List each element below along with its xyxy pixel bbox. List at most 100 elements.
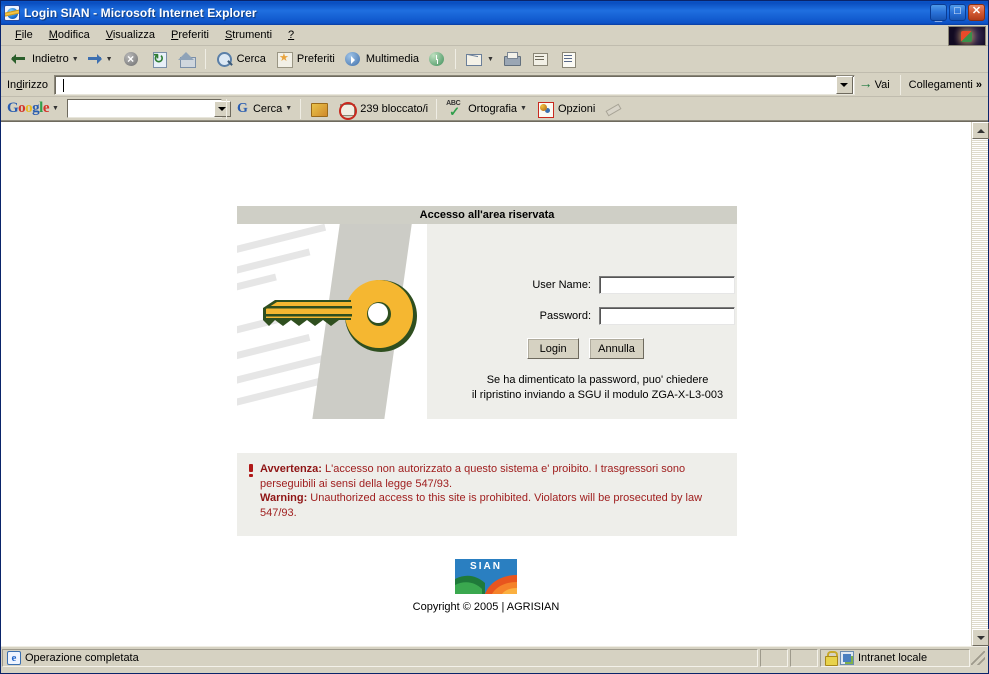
print-button[interactable] bbox=[498, 47, 526, 71]
mail-button[interactable]: ▼ bbox=[460, 47, 498, 71]
warning-title-it: Avvertenza: bbox=[260, 463, 322, 475]
menu-item-modifica[interactable]: Modifica bbox=[41, 27, 98, 43]
google-history-dropdown[interactable] bbox=[213, 100, 231, 117]
title-bar: Login SIAN - Microsoft Internet Explorer… bbox=[1, 1, 988, 25]
edit-button[interactable] bbox=[526, 47, 554, 71]
search-label: Cerca bbox=[236, 53, 266, 65]
lock-icon bbox=[825, 651, 838, 666]
back-button[interactable]: Indietro ▼ bbox=[5, 47, 83, 71]
ie-icon bbox=[4, 5, 20, 21]
menu-item-file[interactable]: FFileile bbox=[7, 27, 41, 43]
stop-button[interactable] bbox=[117, 47, 145, 71]
media-button[interactable]: Multimedia bbox=[339, 47, 423, 71]
media-label: Multimedia bbox=[365, 53, 420, 65]
login-button[interactable]: Login bbox=[527, 338, 580, 359]
chevron-down-icon[interactable]: ▼ bbox=[285, 105, 292, 112]
highlight-pencil-icon bbox=[603, 99, 623, 119]
google-search-label: Cerca bbox=[252, 102, 283, 115]
zone-icon bbox=[840, 650, 854, 665]
favorites-button[interactable]: Preferiti bbox=[270, 47, 339, 71]
google-search-button[interactable]: G Cerca ▼ bbox=[231, 99, 296, 118]
text-caret bbox=[62, 78, 64, 92]
address-input-wrapper[interactable] bbox=[53, 74, 855, 95]
go-label: Vai bbox=[874, 78, 890, 91]
panel-body: User Name: Password: Login Annulla Se ha… bbox=[237, 224, 737, 419]
minimize-icon: _ bbox=[934, 7, 943, 23]
minimize-button[interactable]: _ bbox=[930, 4, 947, 23]
status-bar: Operazione completata Intranet locale bbox=[1, 646, 988, 668]
password-row: Password: bbox=[462, 307, 737, 325]
warning-text: Avvertenza: L'accesso non autorizzato a … bbox=[260, 462, 725, 520]
forward-button[interactable]: ▼ bbox=[83, 47, 117, 71]
warning-body-it: L'accesso non autorizzato a questo siste… bbox=[260, 463, 686, 490]
address-dropdown-button[interactable] bbox=[835, 75, 853, 94]
media-icon bbox=[343, 49, 363, 69]
sian-logo: SIAN bbox=[455, 559, 517, 594]
go-arrow-icon bbox=[859, 75, 875, 93]
google-search-box[interactable] bbox=[66, 99, 231, 118]
blocked-count-button[interactable]: 239 bloccato/i bbox=[333, 97, 432, 121]
msn-logo-animation[interactable] bbox=[948, 26, 986, 46]
chevron-down-icon[interactable]: ▼ bbox=[72, 56, 79, 63]
spellcheck-button[interactable]: Ortografia ▼ bbox=[441, 98, 531, 120]
menu-item-strumenti[interactable]: Strumenti bbox=[217, 27, 280, 43]
menu-item-preferiti[interactable]: Preferiti bbox=[163, 27, 217, 43]
refresh-button[interactable] bbox=[145, 47, 173, 71]
popup-blocker-button[interactable] bbox=[305, 97, 333, 121]
google-search-input[interactable] bbox=[67, 101, 214, 116]
options-icon bbox=[535, 99, 555, 119]
google-logo: Google bbox=[7, 100, 50, 116]
resize-grip-icon[interactable] bbox=[971, 650, 985, 665]
chevron-down-icon[interactable]: ▼ bbox=[487, 56, 494, 63]
chevron-down-icon[interactable]: ▼ bbox=[52, 105, 59, 112]
chevron-down-icon bbox=[976, 635, 985, 640]
cancel-button[interactable]: Annulla bbox=[589, 338, 644, 359]
window-title: Login SIAN - Microsoft Internet Explorer bbox=[24, 6, 257, 20]
toolbar-separator bbox=[436, 98, 438, 119]
blocked-count-icon bbox=[337, 99, 358, 120]
toolbar-separator bbox=[455, 49, 457, 69]
sian-logo-text: SIAN bbox=[470, 561, 502, 572]
button-row: Login Annulla bbox=[462, 338, 737, 359]
home-button[interactable] bbox=[173, 47, 201, 71]
key-icon bbox=[263, 280, 417, 352]
scroll-up-button[interactable] bbox=[972, 122, 989, 139]
options-label: Opzioni bbox=[557, 102, 596, 115]
discuss-button[interactable] bbox=[554, 47, 582, 71]
password-hint-line1: Se ha dimenticato la password, puo' chie… bbox=[486, 374, 709, 386]
close-button[interactable]: ✕ bbox=[968, 4, 985, 21]
maximize-button[interactable]: □ bbox=[949, 4, 966, 21]
options-button[interactable]: Opzioni bbox=[531, 97, 599, 121]
password-hint: Se ha dimenticato la password, puo' chie… bbox=[462, 373, 737, 403]
chevron-double-right-icon[interactable]: » bbox=[976, 79, 982, 91]
vertical-scrollbar[interactable] bbox=[971, 122, 989, 646]
links-button[interactable]: Collegamenti » bbox=[905, 77, 986, 93]
chevron-up-icon bbox=[976, 128, 985, 133]
refresh-icon bbox=[149, 49, 169, 69]
username-input[interactable] bbox=[599, 276, 735, 294]
popup-blocker-icon bbox=[309, 99, 329, 119]
menu-item-help[interactable]: ? bbox=[280, 27, 302, 43]
chevron-down-icon[interactable]: ▼ bbox=[520, 105, 527, 112]
google-g-icon: G bbox=[237, 100, 248, 116]
warning-body-en: Unauthorized access to this site is proh… bbox=[260, 492, 703, 519]
menu-bar: FFileile Modifica Visualizza Preferiti S… bbox=[1, 25, 988, 46]
history-button[interactable] bbox=[423, 47, 451, 71]
security-zone-label: Intranet locale bbox=[858, 651, 928, 664]
warning-box: Avvertenza: L'accesso non autorizzato a … bbox=[237, 453, 737, 536]
close-icon: ✕ bbox=[971, 4, 982, 17]
address-input[interactable] bbox=[54, 76, 836, 93]
stop-icon bbox=[121, 49, 141, 69]
scroll-down-button[interactable] bbox=[972, 629, 989, 646]
chevron-down-icon[interactable]: ▼ bbox=[106, 56, 113, 63]
print-icon bbox=[502, 49, 522, 69]
security-zone-cell[interactable]: Intranet locale bbox=[820, 648, 970, 667]
toolbar-separator bbox=[899, 74, 901, 95]
menu-item-visualizza[interactable]: Visualizza bbox=[98, 27, 163, 43]
go-button[interactable]: Vai bbox=[855, 75, 896, 95]
window-controls: _ □ ✕ bbox=[930, 4, 985, 23]
search-button[interactable]: Cerca bbox=[210, 47, 270, 71]
copyright-text: Copyright © 2005 | AGRISIAN bbox=[412, 601, 560, 613]
password-input[interactable] bbox=[599, 307, 735, 325]
highlight-button[interactable] bbox=[599, 97, 627, 121]
